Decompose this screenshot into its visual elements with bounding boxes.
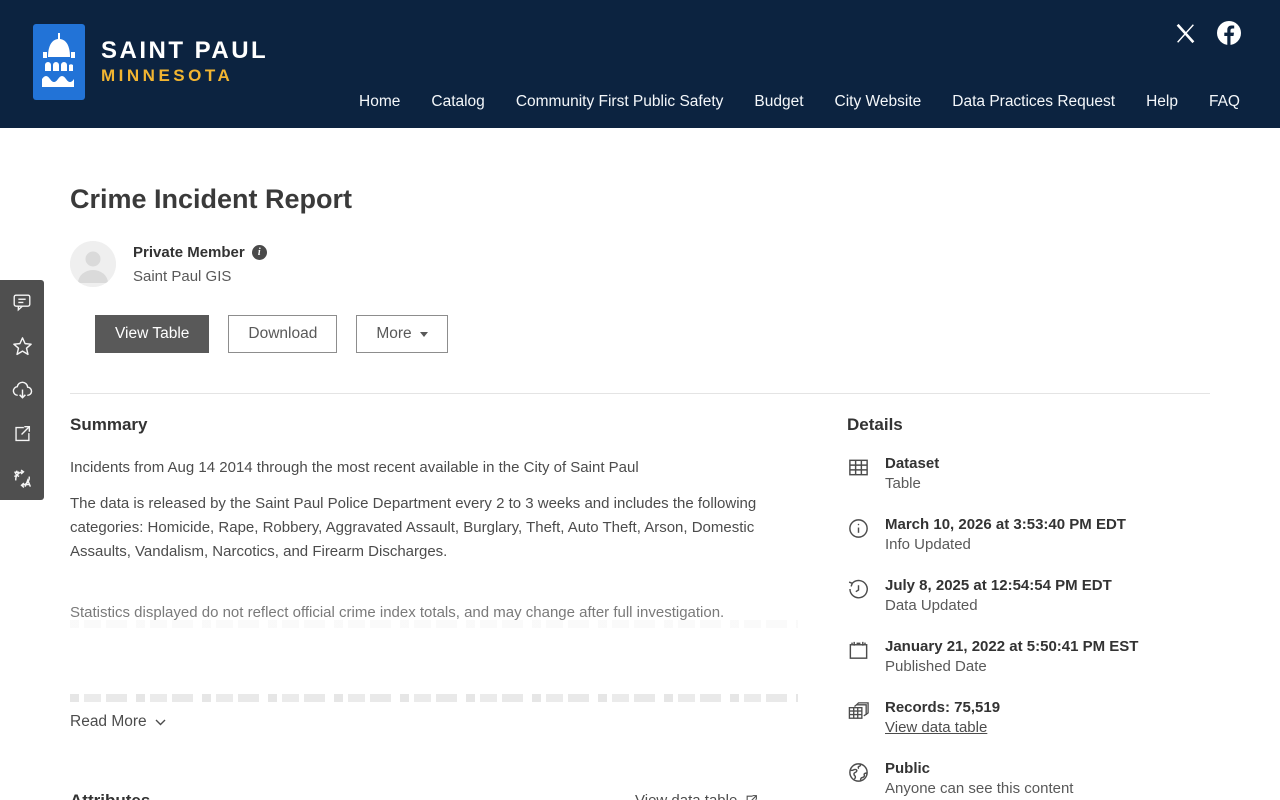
detail-title: Public: [885, 760, 931, 777]
social-links: [1172, 20, 1242, 46]
nav-catalog[interactable]: Catalog: [431, 92, 484, 112]
detail-subtitle: Published Date: [885, 658, 987, 675]
detail-row-records: Records: 75,519 View data table: [847, 698, 1210, 738]
download-button[interactable]: Download: [228, 315, 338, 353]
detail-row-dataset: Dataset Table: [847, 454, 1210, 494]
more-button[interactable]: More: [356, 315, 448, 353]
detail-title: Dataset: [885, 455, 940, 472]
info-icon: [847, 515, 870, 555]
detail-row-visibility: Public Anyone can see this content: [847, 759, 1210, 799]
detail-title: January 21, 2022 at 5:50:41 PM EST: [885, 638, 1139, 655]
more-button-label: More: [376, 325, 412, 342]
view-data-table-link[interactable]: View data table: [885, 718, 1000, 738]
view-data-table-link[interactable]: View data table: [635, 792, 758, 800]
avatar[interactable]: [70, 241, 116, 287]
page-title: Crime Incident Report: [70, 184, 353, 214]
details-section: Details Dataset Table March 10, 2026 at …: [847, 415, 1210, 800]
records-table-icon: [847, 698, 870, 738]
table-icon: [847, 454, 870, 494]
history-clock-icon: [847, 576, 870, 616]
detail-title: July 8, 2025 at 12:54:54 PM EDT: [885, 577, 1112, 594]
main-nav: Home Catalog Community First Public Safe…: [359, 92, 1240, 112]
calendar-icon: [847, 637, 870, 677]
detail-title: March 10, 2026 at 3:53:40 PM EDT: [885, 516, 1126, 533]
faded-text-strip: [70, 620, 798, 628]
section-divider: [70, 393, 1210, 394]
nav-city-website[interactable]: City Website: [835, 92, 922, 112]
detail-subtitle: Data Updated: [885, 597, 978, 614]
site-header: SAINT PAUL MINNESOTA Home Catalog Commun…: [0, 0, 1280, 128]
logo-text: SAINT PAUL MINNESOTA: [101, 37, 268, 87]
view-table-button[interactable]: View Table: [95, 315, 210, 353]
detail-subtitle: Table: [885, 475, 921, 492]
nav-home[interactable]: Home: [359, 92, 400, 112]
comment-icon: [11, 291, 33, 313]
action-rail: [0, 280, 44, 500]
saint-paul-logo[interactable]: SAINT PAUL MINNESOTA: [33, 24, 268, 100]
summary-section: Summary Incidents from Aug 14 2014 throu…: [70, 415, 805, 625]
nav-help[interactable]: Help: [1146, 92, 1178, 112]
comment-button[interactable]: [0, 280, 44, 324]
detail-row-data-updated: July 8, 2025 at 12:54:54 PM EDT Data Upd…: [847, 576, 1210, 616]
faded-text-strip: [70, 694, 798, 702]
summary-paragraph-2: The data is released by the Saint Paul P…: [70, 495, 757, 560]
chevron-down-icon: [155, 719, 166, 725]
star-icon: [11, 335, 34, 358]
download-rail-button[interactable]: [0, 368, 44, 412]
logo-city-name: SAINT PAUL: [101, 37, 269, 64]
external-link-icon: [746, 795, 758, 800]
view-data-table-label: View data table: [635, 792, 737, 800]
detail-subtitle: Anyone can see this content: [885, 780, 1074, 797]
nav-budget[interactable]: Budget: [754, 92, 803, 112]
read-more-label: Read More: [70, 713, 147, 730]
logo-state-name: MINNESOTA: [101, 66, 234, 85]
favorite-button[interactable]: [0, 324, 44, 368]
owner-name[interactable]: Private Member: [133, 244, 245, 261]
attributes-heading: Attributes: [70, 791, 150, 800]
summary-paragraph-1: Incidents from Aug 14 2014 through the m…: [70, 459, 639, 476]
chevron-down-icon: [419, 331, 428, 337]
details-heading: Details: [847, 415, 903, 434]
detail-row-published-date: January 21, 2022 at 5:50:41 PM EST Publi…: [847, 637, 1210, 677]
read-more-link[interactable]: Read More: [70, 713, 166, 731]
nav-faq[interactable]: FAQ: [1209, 92, 1240, 112]
cloud-download-icon: [11, 379, 34, 402]
share-button[interactable]: [0, 412, 44, 456]
dataset-actions: View Table Download More: [95, 315, 448, 353]
share-icon: [11, 423, 33, 445]
owner-org[interactable]: Saint Paul GIS: [133, 268, 267, 285]
summary-heading: Summary: [70, 415, 148, 434]
x-twitter-icon[interactable]: [1172, 20, 1198, 46]
capitol-icon: [33, 24, 85, 100]
owner-row: Private Member i Saint Paul GIS: [70, 241, 267, 287]
detail-title: Records: 75,519: [885, 699, 1001, 716]
detail-subtitle: Info Updated: [885, 536, 971, 553]
translate-icon: [11, 467, 34, 490]
translate-button[interactable]: [0, 456, 44, 500]
facebook-icon[interactable]: [1216, 20, 1242, 46]
detail-row-info-updated: March 10, 2026 at 3:53:40 PM EDT Info Up…: [847, 515, 1210, 555]
globe-icon: [847, 759, 870, 799]
nav-data-practices-request[interactable]: Data Practices Request: [952, 92, 1115, 112]
owner-info-icon[interactable]: i: [251, 245, 267, 260]
nav-community-first-public-safety[interactable]: Community First Public Safety: [516, 92, 724, 112]
